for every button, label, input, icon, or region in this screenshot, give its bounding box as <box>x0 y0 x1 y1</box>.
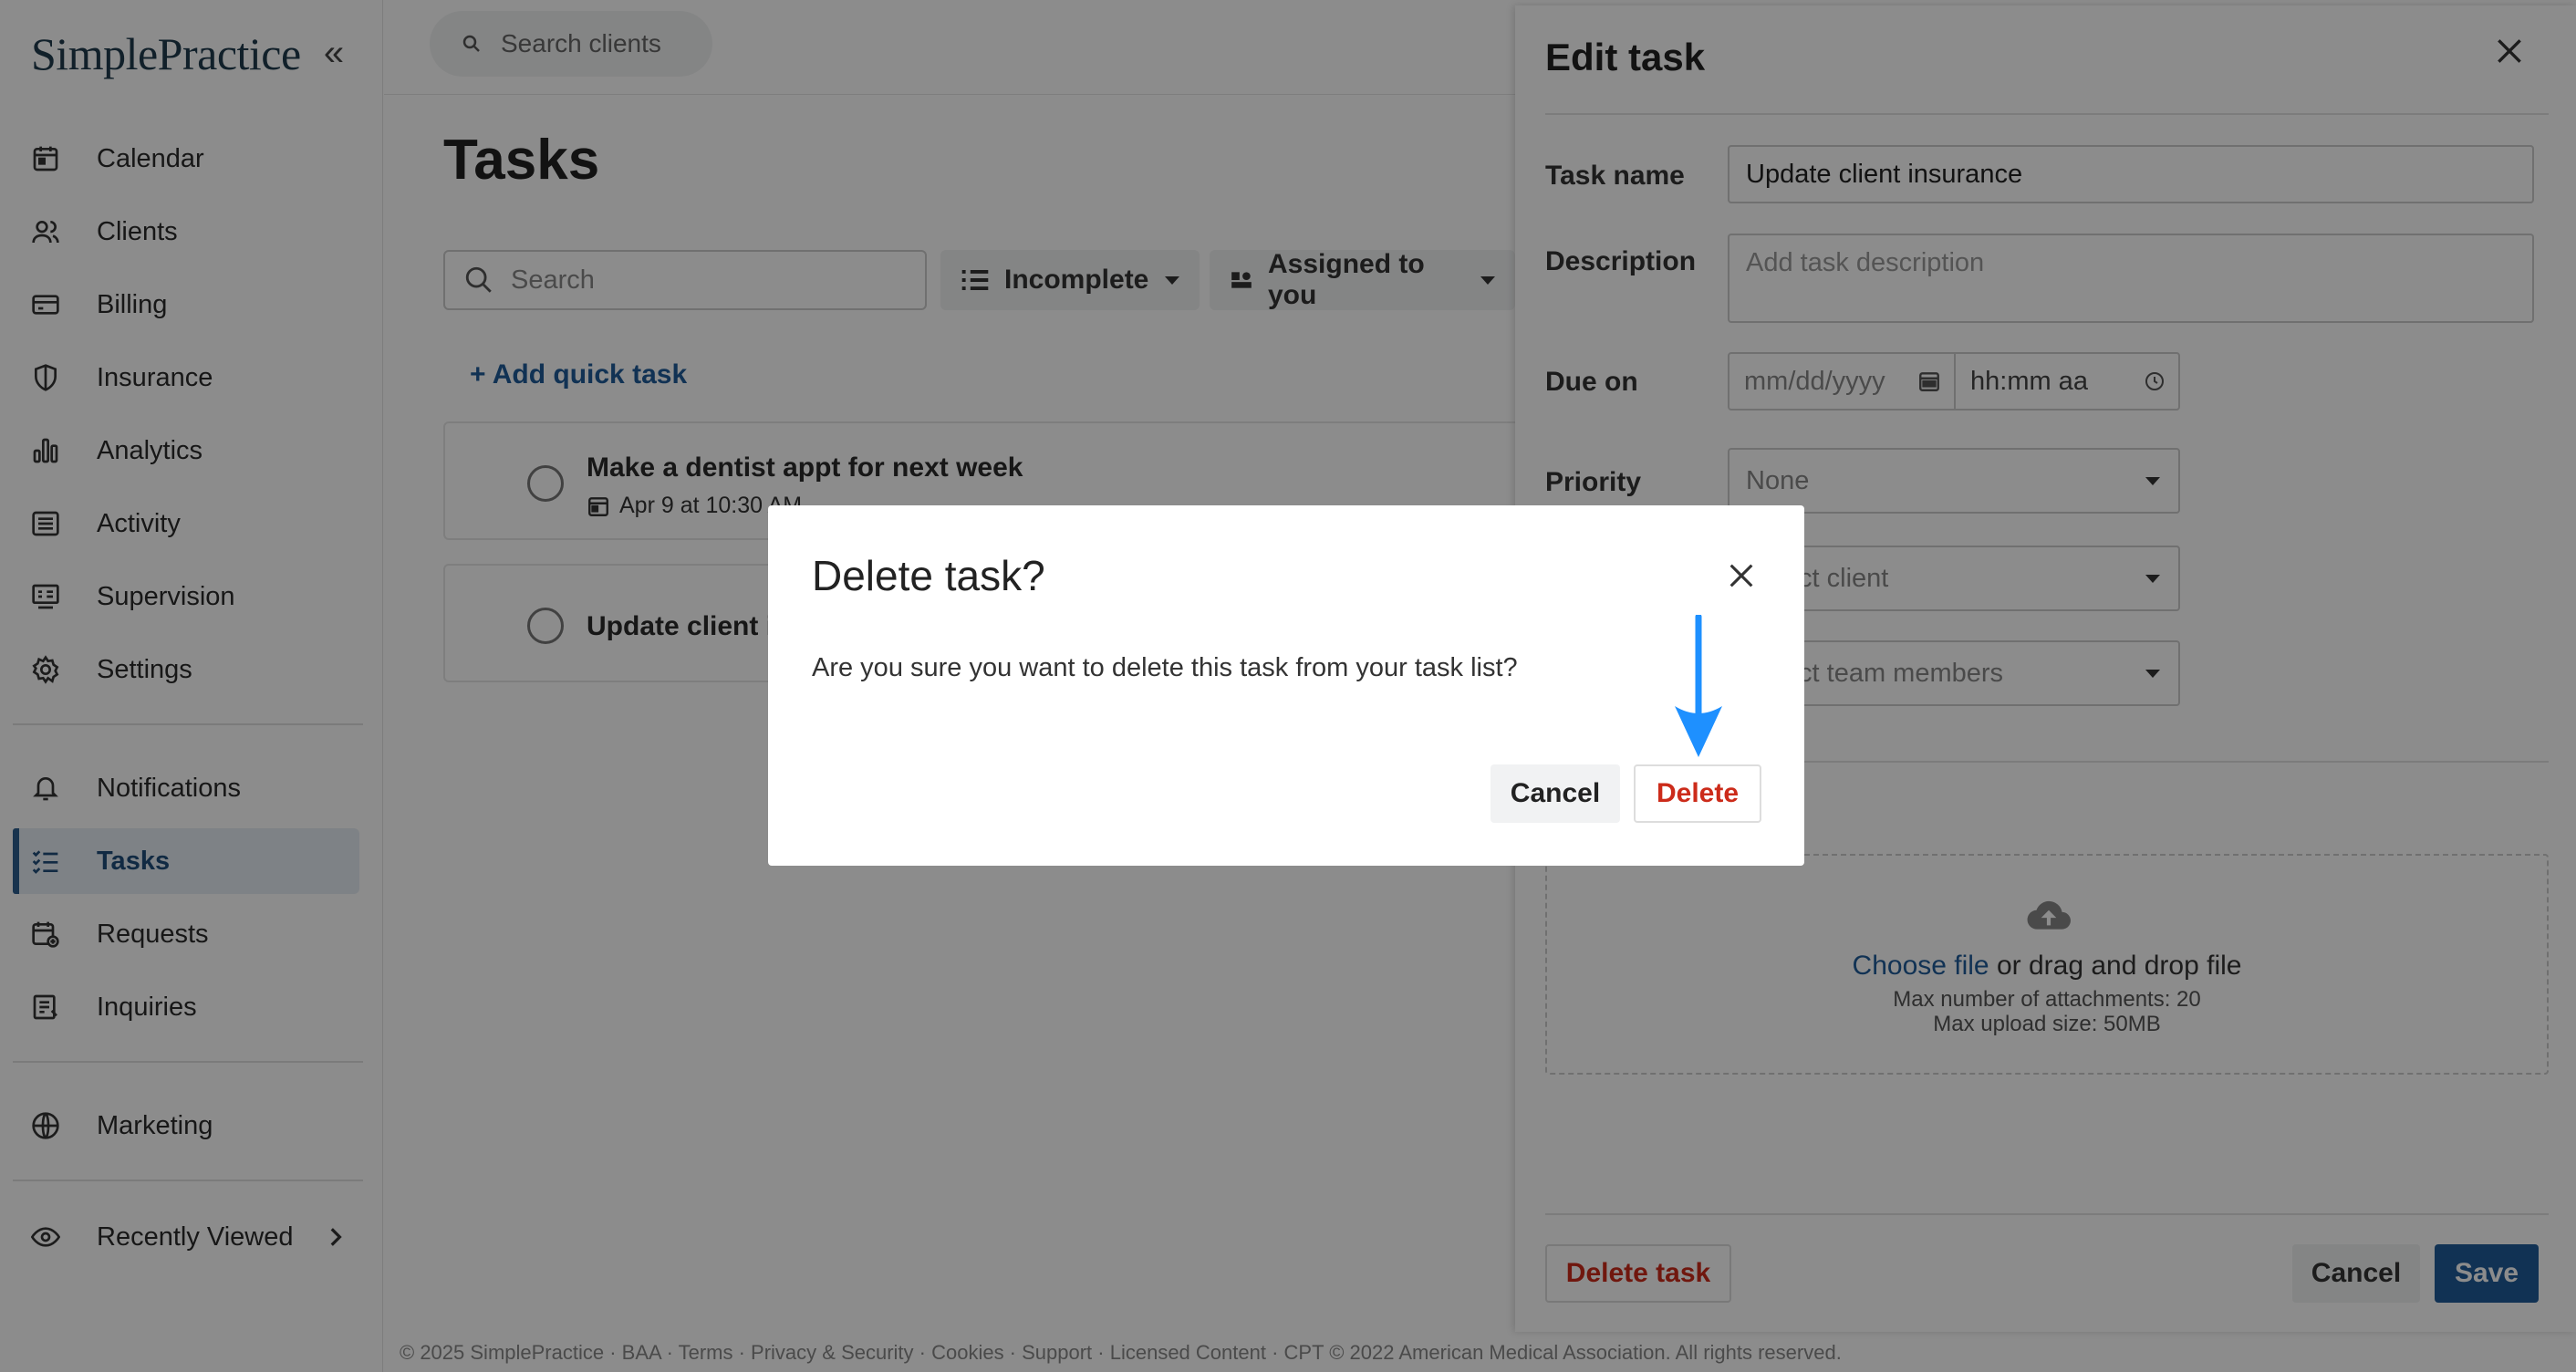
dialog-delete-button[interactable]: Delete <box>1634 764 1761 823</box>
dialog-message: Are you sure you want to delete this tas… <box>812 653 1518 682</box>
dialog-title: Delete task? <box>812 552 1045 599</box>
delete-task-dialog: Delete task? Are you sure you want to de… <box>768 505 1804 866</box>
close-icon[interactable] <box>1726 560 1759 593</box>
pointer-arrow-icon <box>1671 615 1726 761</box>
dialog-cancel-button[interactable]: Cancel <box>1491 764 1620 823</box>
